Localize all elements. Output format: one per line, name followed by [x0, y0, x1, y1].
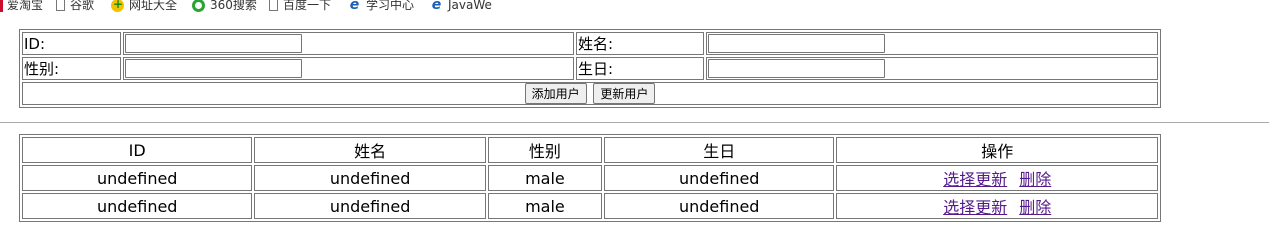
column-header-gender: 性别 — [487, 137, 602, 163]
bookmark-label: 360搜索 — [210, 0, 257, 12]
delete-link[interactable]: 删除 — [1019, 170, 1051, 189]
cell-id: undefined — [22, 165, 253, 191]
id-input[interactable] — [125, 34, 302, 53]
bookmark-label: 爱淘宝 — [7, 0, 44, 12]
bookmark-360[interactable]: 360搜索 — [192, 0, 257, 13]
table-row: undefined undefined male undefined 选择更新删… — [22, 165, 1158, 191]
column-header-id: ID — [22, 137, 253, 163]
gender-label: 性别: — [22, 57, 121, 80]
table-header-row: ID 姓名 性别 生日 操作 — [22, 137, 1158, 163]
360-search-icon — [192, 0, 205, 12]
update-user-button[interactable]: 更新用户 — [593, 83, 656, 104]
name-input[interactable] — [708, 34, 885, 53]
cell-name: undefined — [254, 193, 486, 219]
birthday-label: 生日: — [576, 57, 704, 80]
cell-birthday: undefined — [604, 165, 835, 191]
cell-gender: male — [487, 165, 602, 191]
bookmark-hao123[interactable]: 网址大全 — [111, 0, 177, 13]
hao123-icon — [111, 0, 124, 12]
user-form: ID: 姓名: 性别: 生日: 添加用户 更新用户 — [19, 29, 1161, 108]
gender-input[interactable] — [125, 59, 302, 78]
table-row: undefined undefined male undefined 选择更新删… — [22, 193, 1158, 219]
bookmark-baidu[interactable]: 百度一下 — [269, 0, 331, 13]
bookmark-javaweb[interactable]: e JavaWe — [430, 0, 492, 13]
bookmark-google[interactable]: 谷歌 — [56, 0, 94, 13]
bookmark-taobao[interactable]: 爱淘宝 — [0, 0, 43, 13]
name-label: 姓名: — [576, 32, 704, 55]
user-table: ID 姓名 性别 生日 操作 undefined undefined male … — [19, 134, 1161, 222]
select-update-link[interactable]: 选择更新 — [943, 170, 1007, 189]
bookmark-label: 学习中心 — [366, 0, 415, 12]
cell-birthday: undefined — [604, 193, 835, 219]
column-header-name: 姓名 — [254, 137, 486, 163]
delete-link[interactable]: 删除 — [1019, 198, 1051, 217]
cell-actions: 选择更新 删除 — [836, 165, 1158, 191]
bookmark-label: 百度一下 — [283, 0, 332, 12]
ie-icon: e — [431, 0, 442, 13]
column-header-birthday: 生日 — [604, 137, 835, 163]
ie-icon: e — [349, 0, 360, 13]
page-icon — [269, 0, 278, 11]
cell-id: undefined — [22, 193, 253, 219]
page-icon — [56, 0, 65, 11]
cell-gender: male — [487, 193, 602, 219]
add-user-button[interactable]: 添加用户 — [524, 83, 587, 104]
bookmark-label: JavaWe — [448, 0, 492, 12]
select-update-link[interactable]: 选择更新 — [943, 198, 1007, 217]
taobao-icon — [0, 0, 3, 12]
cell-actions: 选择更新 删除 — [836, 193, 1158, 219]
bookmark-study[interactable]: e 学习中心 — [348, 0, 414, 13]
id-label: ID: — [22, 32, 121, 55]
column-header-actions: 操作 — [836, 137, 1158, 163]
bookmark-label: 网址大全 — [129, 0, 178, 12]
cell-name: undefined — [254, 165, 486, 191]
bookmark-label: 谷歌 — [70, 0, 95, 12]
bookmarks-bar: 爱淘宝 谷歌 网址大全 360搜索 百度一下 e 学习中心 e JavaWe — [0, 0, 1269, 14]
divider — [0, 122, 1269, 123]
birthday-input[interactable] — [708, 59, 885, 78]
